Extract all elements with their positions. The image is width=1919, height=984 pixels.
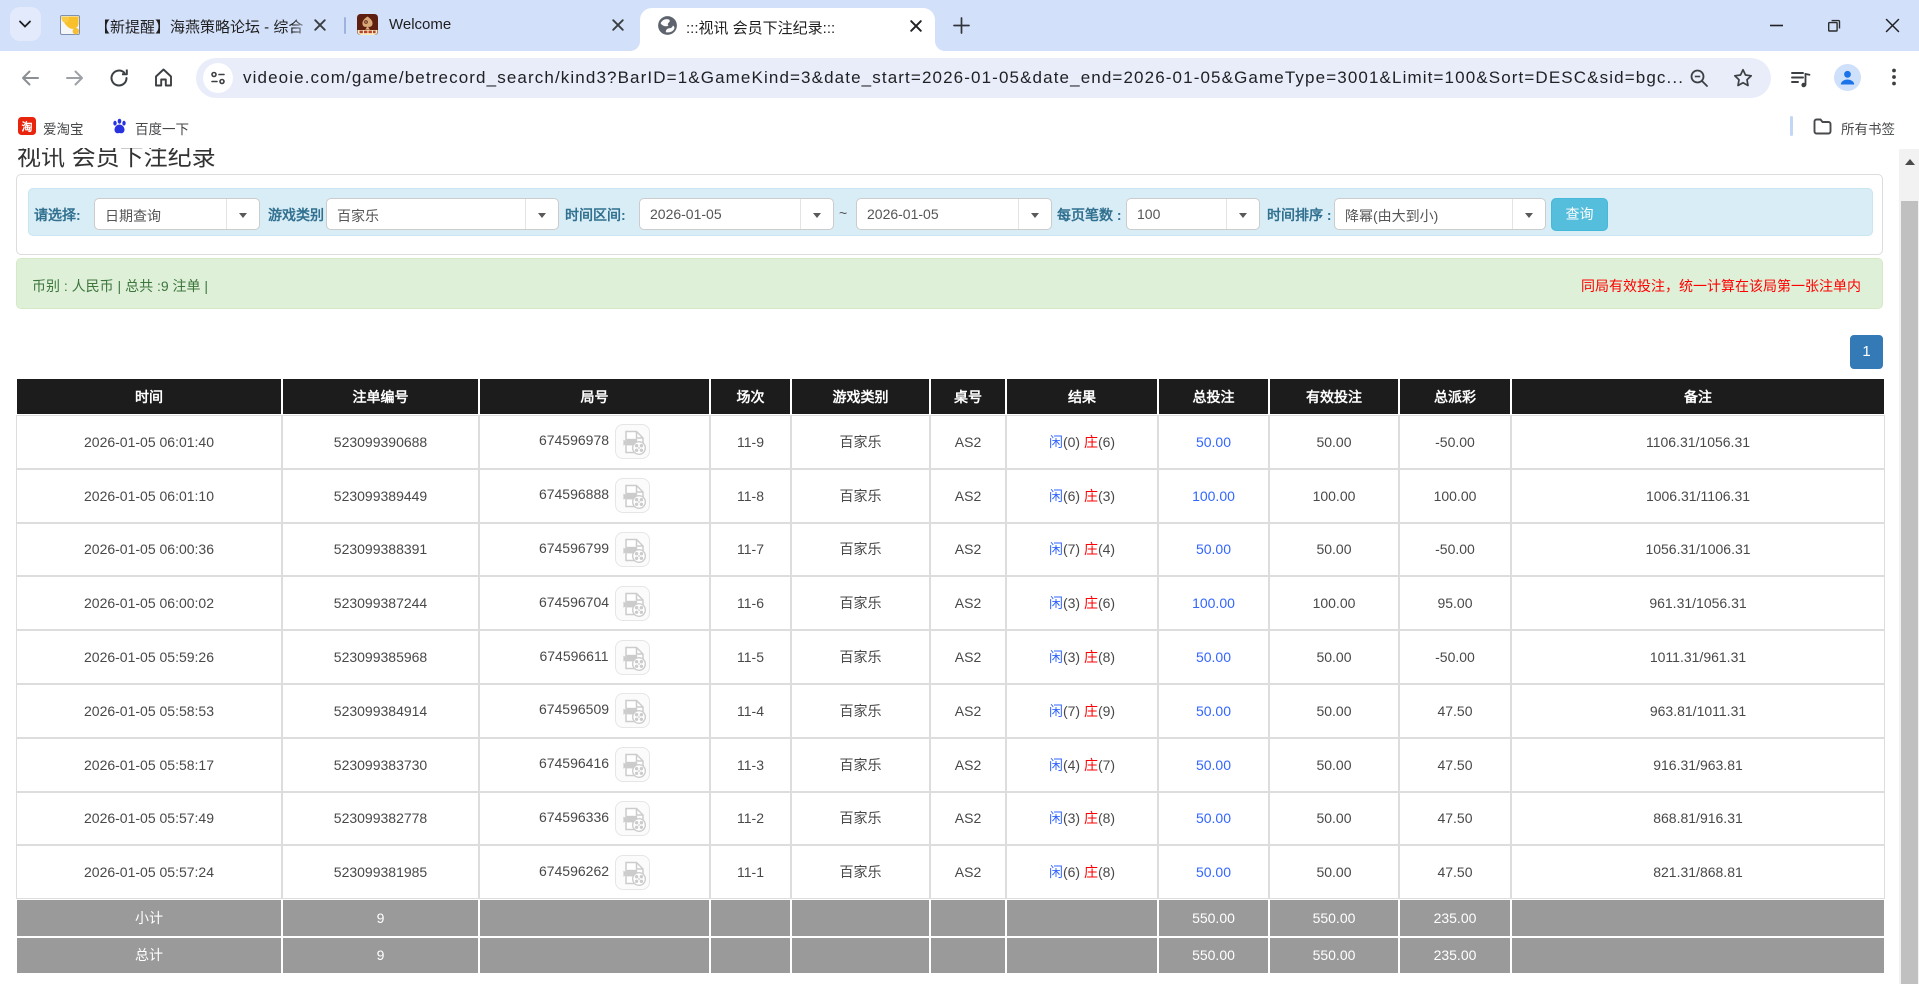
svg-text:淘: 淘 (22, 120, 33, 134)
